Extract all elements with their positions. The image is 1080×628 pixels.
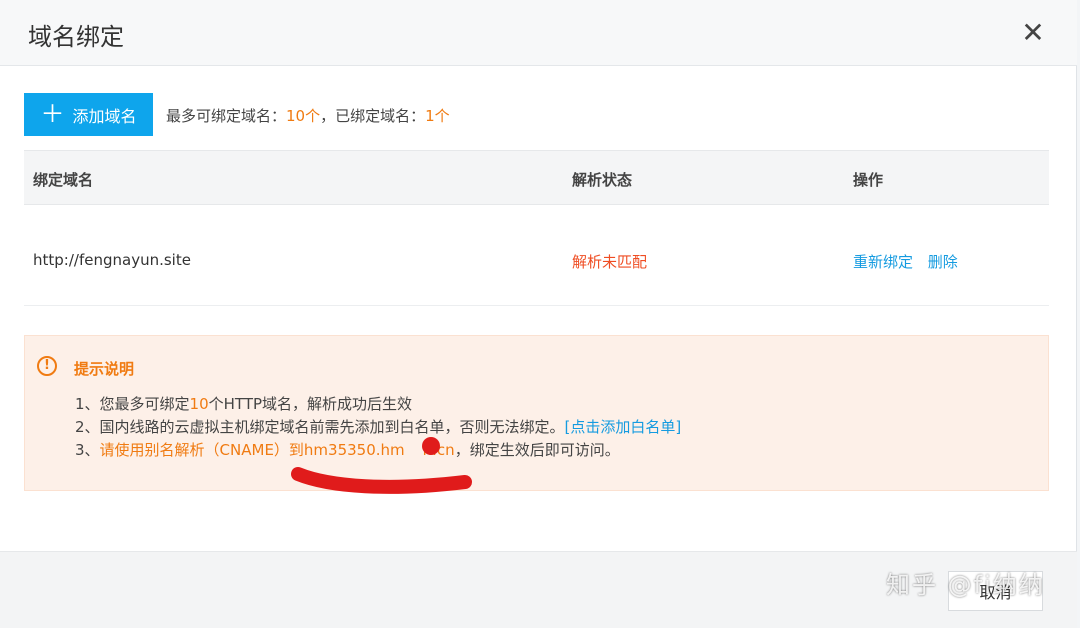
notice-line-3-cname: 请使用别名解析（CNAME）到hm35350.hm: [99, 441, 405, 459]
notice-box: ! 提示说明 1、您最多可绑定10个HTTP域名，解析成功后生效 2、国内线路的…: [24, 335, 1049, 491]
delete-link[interactable]: 删除: [928, 253, 958, 271]
zhihu-watermark: 知乎 @fi纳纳: [886, 571, 1045, 599]
domain-binding-dialog: 域名绑定 ✕ ＋ 添加域名 最多可绑定域名：10个，已绑定域名：1个 绑定域名 …: [0, 0, 1077, 628]
table-header: 绑定域名 解析状态 操作: [24, 150, 1049, 205]
notice-line-1-text-a: 1、您最多可绑定: [75, 395, 190, 413]
domain-cell: http://fengnayun.site: [33, 251, 191, 269]
notice-line-3: 3、请使用别名解析（CNAME）到hm35350.hm n.cn，绑定生效后即可访…: [75, 439, 620, 460]
domain-quota-text: 最多可绑定域名：10个，已绑定域名：1个: [166, 105, 450, 126]
notice-line-2: 2、国内线路的云虚拟主机绑定域名前需先添加到白名单，否则无法绑定。[点击添加白名…: [75, 416, 681, 437]
column-header-domain: 绑定域名: [33, 171, 94, 189]
notice-line-3-number: 3、: [75, 441, 100, 459]
actions-cell: 重新绑定 删除: [853, 251, 958, 272]
notice-line-1-text-b: 个HTTP域名，解析成功后生效: [208, 395, 413, 413]
status-cell: 解析未匹配: [572, 253, 648, 271]
red-redaction-mark: [291, 437, 472, 494]
plus-icon: ＋: [40, 100, 65, 128]
add-domain-label: 添加域名: [72, 108, 137, 126]
notice-line-2-text: 2、国内线路的云虚拟主机绑定域名前需先添加到白名单，否则无法绑定。: [75, 418, 565, 436]
exclamation-icon: !: [37, 356, 57, 376]
dialog-header: 域名绑定 ✕: [0, 0, 1077, 66]
add-whitelist-link[interactable]: [点击添加白名单]: [565, 418, 682, 436]
rebind-link[interactable]: 重新绑定: [853, 253, 913, 271]
add-domain-button[interactable]: ＋ 添加域名: [24, 93, 153, 136]
column-header-actions: 操作: [853, 171, 884, 189]
notice-line-3-text: ，绑定生效后即可访问。: [454, 441, 620, 459]
quota-max-value: 10个: [286, 107, 321, 125]
notice-line-1: 1、您最多可绑定10个HTTP域名，解析成功后生效: [75, 393, 412, 414]
notice-title: 提示说明: [74, 360, 135, 378]
domain-table: 绑定域名 解析状态 操作 http://fengnayun.site 解析未匹配…: [24, 150, 1049, 306]
notice-line-1-count: 10: [189, 395, 209, 413]
close-icon[interactable]: ✕: [1019, 18, 1047, 48]
table-row: http://fengnayun.site 解析未匹配 重新绑定 删除: [24, 205, 1049, 306]
quota-separator: ，已绑定域名：: [320, 107, 426, 125]
quota-bound-value: 1个: [425, 107, 450, 125]
quota-max-label: 最多可绑定域名：: [166, 107, 287, 125]
dialog-title: 域名绑定: [28, 23, 124, 51]
notice-line-3-cname-tail: n.cn: [422, 441, 455, 459]
column-header-status: 解析状态: [572, 171, 633, 189]
